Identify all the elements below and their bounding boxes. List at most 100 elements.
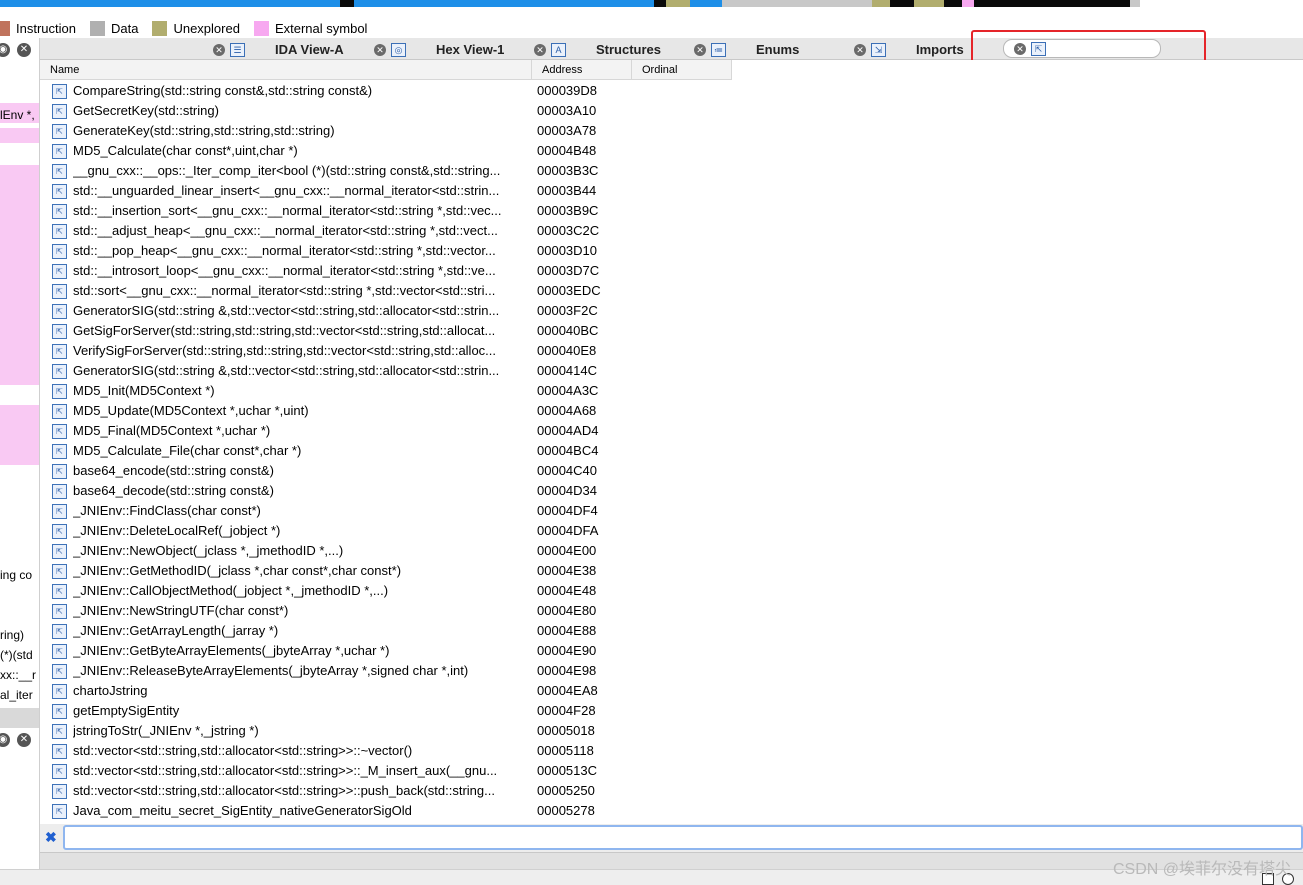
export-function-icon: ⇱: [52, 284, 67, 299]
table-row[interactable]: ⇱ Java_com_meitu_secret_SigEntity_nativeG…: [40, 801, 1303, 821]
export-function-icon: ⇱: [52, 404, 67, 419]
column-header-name[interactable]: Name: [40, 60, 532, 80]
table-row[interactable]: ⇱ MD5_Update(MD5Context *,uchar *,uint) 00…: [40, 401, 1303, 421]
function-address: 00004F28: [537, 703, 596, 718]
close-icon[interactable]: ✕: [374, 43, 386, 56]
function-name: getEmptySigEntity: [73, 703, 180, 718]
table-row[interactable]: ⇱ std::__pop_heap<__gnu_cxx::__normal_ite…: [40, 241, 1303, 261]
table-row[interactable]: ⇱ GeneratorSIG(std::string &,std::vector<…: [40, 361, 1303, 381]
table-row[interactable]: ⇱ getEmptySigEntity 00004F28: [40, 701, 1303, 721]
table-row[interactable]: ⇱ base64_decode(std::string const&) 00004D…: [40, 481, 1303, 501]
function-fragment: ring): [0, 628, 25, 642]
close-icon[interactable]: ✕: [17, 43, 31, 57]
table-row[interactable]: ⇱ MD5_Calculate(char const*,uint,char *) 0…: [40, 141, 1303, 161]
table-row[interactable]: ⇱ __gnu_cxx::__ops::_Iter_comp_iter<bool …: [40, 161, 1303, 181]
close-icon[interactable]: ✕: [854, 43, 866, 56]
table-row[interactable]: ⇱ chartoJstring 00004EA8: [40, 681, 1303, 701]
legend-swatch: [89, 20, 105, 36]
export-function-icon: ⇱: [52, 444, 67, 459]
function-address: 000040BC: [537, 323, 599, 338]
export-function-icon: ⇱: [52, 524, 67, 539]
filter-input[interactable]: [63, 825, 1303, 850]
table-row[interactable]: ⇱ GenerateKey(std::string,std::string,std…: [40, 121, 1303, 141]
table-row[interactable]: ⇱ std::sort<__gnu_cxx::__normal_iterator<…: [40, 281, 1303, 301]
column-header-address[interactable]: Address: [532, 60, 632, 80]
table-row[interactable]: ⇱ _JNIEnv::NewObject(_jclass *,_jmethodID…: [40, 541, 1303, 561]
column-header-ordinal[interactable]: Ordinal: [632, 60, 732, 80]
table-row[interactable]: ⇱ GetSecretKey(std::string) 00003A10: [40, 101, 1303, 121]
table-row[interactable]: ⇱ GetSigForServer(std::string,std::string…: [40, 321, 1303, 341]
table-row[interactable]: ⇱ _JNIEnv::GetArrayLength(_jarray *) 00004…: [40, 621, 1303, 641]
legend-item-unexplored: Unexplored: [152, 20, 240, 36]
legend: Instruction Data Unexplored External sym…: [0, 18, 381, 38]
export-function-icon: ⇱: [52, 324, 67, 339]
table-row[interactable]: ⇱ _JNIEnv::CallObjectMethod(_jobject *,_j…: [40, 581, 1303, 601]
function-address: 00005118: [537, 743, 594, 758]
function-name: MD5_Update(MD5Context *,uchar *,uint): [73, 403, 309, 418]
export-function-icon: ⇱: [52, 184, 67, 199]
function-address: 00004E98: [537, 663, 597, 678]
table-row[interactable]: ⇱ MD5_Init(MD5Context *) 00004A3C: [40, 381, 1303, 401]
function-name: _JNIEnv::NewObject(_jclass *,_jmethodID …: [73, 543, 344, 558]
close-filter-icon[interactable]: ✖: [45, 830, 58, 844]
table-rows: ⇱ CompareString(std::string const&,std::s…: [40, 81, 1303, 821]
table-row[interactable]: ⇱ std::vector<std::string,std::allocator<…: [40, 781, 1303, 801]
table-row[interactable]: ⇱ std::__unguarded_linear_insert<__gnu_cx…: [40, 181, 1303, 201]
function-name: base64_decode(std::string const&): [73, 483, 274, 498]
restore-icon[interactable]: ◉: [0, 43, 10, 57]
close-icon[interactable]: ✕: [694, 43, 706, 56]
table-row[interactable]: ⇱ std::vector<std::string,std::allocator<…: [40, 761, 1303, 781]
function-name: std::__adjust_heap<__gnu_cxx::__normal_i…: [73, 223, 498, 238]
function-address: 00003B44: [537, 183, 597, 198]
export-function-icon: ⇱: [52, 664, 67, 679]
close-icon[interactable]: ✕: [534, 43, 546, 56]
navigation-band[interactable]: [0, 0, 1140, 7]
tab-label: Hex View-1: [436, 42, 505, 57]
export-function-icon: ⇱: [52, 544, 67, 559]
function-address: 000040E8: [537, 343, 597, 358]
table-row[interactable]: ⇱ std::__adjust_heap<__gnu_cxx::__normal_…: [40, 221, 1303, 241]
table-row[interactable]: ⇱ GeneratorSIG(std::string &,std::vector<…: [40, 301, 1303, 321]
export-function-icon: ⇱: [52, 84, 67, 99]
table-row[interactable]: ⇱ MD5_Calculate_File(char const*,char *) 0…: [40, 441, 1303, 461]
close-icon[interactable]: ✕: [17, 733, 31, 747]
function-name: chartoJstring: [73, 683, 148, 698]
function-address: 00004DF4: [537, 503, 598, 518]
tab-ida-view-a[interactable]: ✕ ☰ IDA View-A: [213, 40, 344, 59]
table-row[interactable]: ⇱ std::__insertion_sort<__gnu_cxx::__norm…: [40, 201, 1303, 221]
table-row[interactable]: ⇱ VerifySigForServer(std::string,std::str…: [40, 341, 1303, 361]
table-row[interactable]: ⇱ _JNIEnv::ReleaseByteArrayElements(_jbyt…: [40, 661, 1303, 681]
tab-structures[interactable]: ✕ A Structures: [534, 40, 661, 59]
function-address: 00004A68: [537, 403, 597, 418]
table-row[interactable]: ⇱ std::__introsort_loop<__gnu_cxx::__norm…: [40, 261, 1303, 281]
function-fragment: lEnv *,: [0, 108, 35, 122]
legend-label: Unexplored: [173, 20, 240, 36]
export-function-icon: ⇱: [52, 804, 67, 819]
filter-bar: ✖: [40, 824, 1303, 852]
export-function-icon: ⇱: [52, 464, 67, 479]
tab-enums[interactable]: ✕ ≔ Enums: [694, 40, 799, 59]
table-row[interactable]: ⇱ _JNIEnv::GetByteArrayElements(_jbyteArr…: [40, 641, 1303, 661]
table-row[interactable]: ⇱ _JNIEnv::GetMethodID(_jclass *,char con…: [40, 561, 1303, 581]
hex-view-icon: ◎: [391, 42, 406, 57]
function-highlight: [0, 165, 39, 385]
tab-hex-view-1[interactable]: ✕ ◎ Hex View-1: [374, 40, 504, 59]
table-row[interactable]: ⇱ jstringToStr(_JNIEnv *,_jstring *) 00005…: [40, 721, 1303, 741]
function-name: MD5_Calculate_File(char const*,char *): [73, 443, 302, 458]
table-row[interactable]: ⇱ base64_encode(std::string const&) 00004C…: [40, 461, 1303, 481]
table-row[interactable]: ⇱ _JNIEnv::NewStringUTF(char const*) 00004…: [40, 601, 1303, 621]
table-row[interactable]: ⇱ MD5_Final(MD5Context *,uchar *) 00004AD4: [40, 421, 1303, 441]
tab-imports[interactable]: ✕ ⇲ Imports: [854, 40, 964, 59]
export-function-icon: ⇱: [52, 724, 67, 739]
function-name: jstringToStr(_JNIEnv *,_jstring *): [73, 723, 259, 738]
function-name: std::vector<std::string,std::allocator<s…: [73, 763, 498, 778]
table-row[interactable]: ⇱ std::vector<std::string,std::allocator<…: [40, 741, 1303, 761]
function-name: std::vector<std::string,std::allocator<s…: [73, 783, 495, 798]
close-icon[interactable]: ✕: [213, 43, 225, 56]
table-row[interactable]: ⇱ _JNIEnv::FindClass(char const*) 00004DF4: [40, 501, 1303, 521]
restore-icon[interactable]: ◉: [0, 733, 10, 747]
table-row[interactable]: ⇱ _JNIEnv::DeleteLocalRef(_jobject *) 0000…: [40, 521, 1303, 541]
export-function-icon: ⇱: [52, 224, 67, 239]
function-name: std::__insertion_sort<__gnu_cxx::__norma…: [73, 203, 502, 218]
table-row[interactable]: ⇱ CompareString(std::string const&,std::s…: [40, 81, 1303, 101]
